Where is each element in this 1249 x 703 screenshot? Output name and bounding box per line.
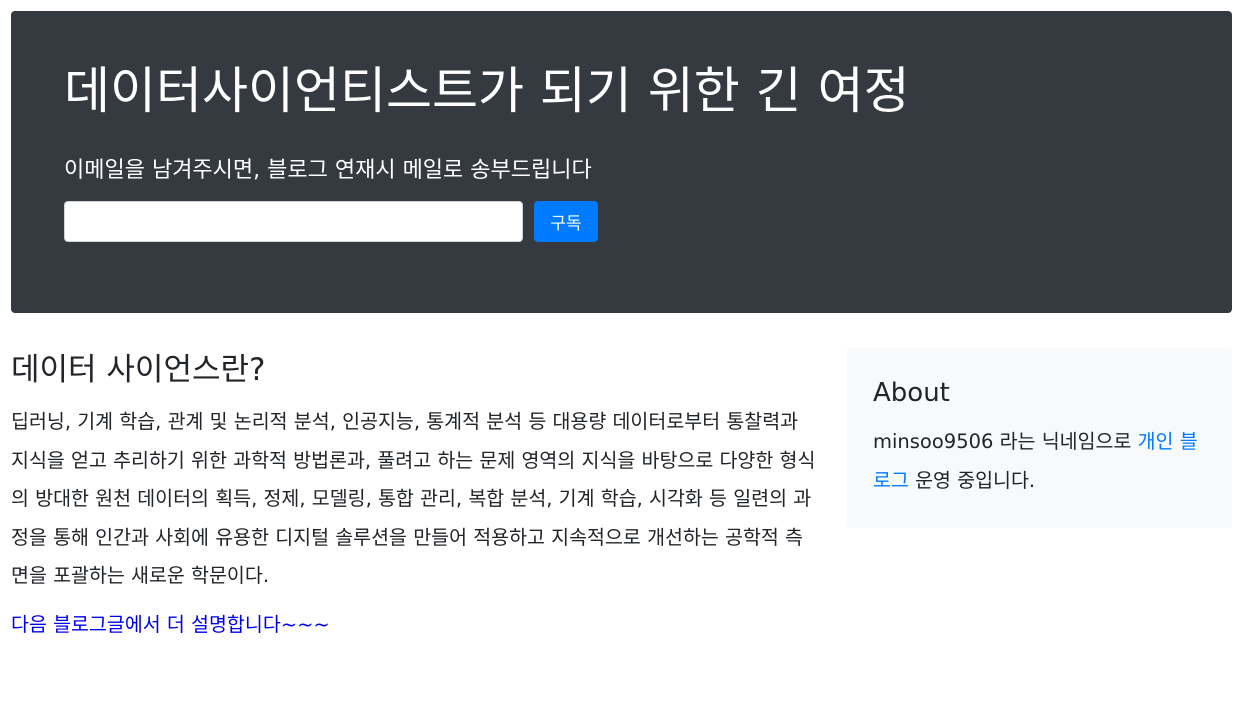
subscribe-button[interactable]: 구독: [534, 201, 598, 242]
sidebar-title: About: [873, 378, 950, 408]
email-input[interactable]: [64, 201, 523, 242]
about-sidebar: About minsoo9506 라는 닉네임으로 개인 블로그 운영 중입니다…: [847, 348, 1232, 528]
section-heading: 데이터 사이언스란?: [11, 352, 266, 388]
sidebar-text: minsoo9506 라는 닉네임으로 개인 블로그 운영 중입니다.: [873, 423, 1206, 500]
main-content: 데이터 사이언스란? 딥러닝, 기계 학습, 관계 및 논리적 분석, 인공지능…: [11, 352, 817, 639]
page-title: 데이터사이언티스트가 되기 위한 긴 여정: [64, 62, 910, 120]
subscribe-form: 구독: [64, 201, 598, 242]
more-blog-link[interactable]: 다음 블로그글에서 더 설명합니다~~~: [11, 610, 330, 639]
subscribe-description: 이메일을 남겨주시면, 블로그 연재시 메일로 송부드립니다: [64, 158, 592, 183]
sidebar-text-after: 운영 중입니다.: [908, 468, 1036, 492]
jumbotron-header: 데이터사이언티스트가 되기 위한 긴 여정 이메일을 남겨주시면, 블로그 연재…: [11, 11, 1232, 313]
section-body-text: 딥러닝, 기계 학습, 관계 및 논리적 분석, 인공지능, 통계적 분석 등 …: [11, 410, 816, 588]
sidebar-text-before: minsoo9506 라는 닉네임으로: [873, 430, 1138, 454]
